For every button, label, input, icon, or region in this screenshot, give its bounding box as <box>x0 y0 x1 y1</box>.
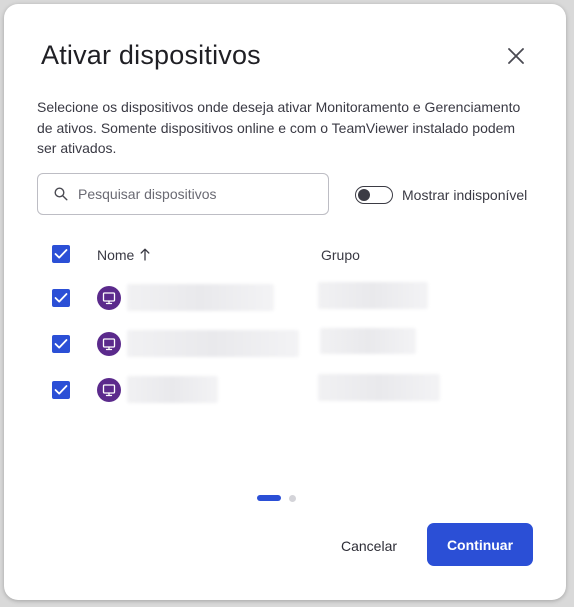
check-icon <box>54 293 68 303</box>
device-name-redacted <box>127 284 274 311</box>
step-dot-active <box>257 495 281 501</box>
row-checkbox[interactable] <box>52 335 70 353</box>
toggle-knob <box>358 188 370 201</box>
check-icon <box>54 339 68 349</box>
monitor-icon <box>97 286 121 310</box>
device-group-redacted <box>318 282 428 309</box>
sort-ascending-icon <box>140 248 150 264</box>
dialog-title: Ativar dispositivos <box>41 40 261 70</box>
search-input[interactable] <box>78 184 318 204</box>
row-checkbox[interactable] <box>52 289 70 307</box>
check-icon <box>54 249 68 259</box>
device-group-redacted <box>320 328 416 354</box>
column-header-group[interactable]: Grupo <box>321 247 360 263</box>
cancel-button[interactable]: Cancelar <box>326 534 412 558</box>
column-header-name-label: Nome <box>97 247 135 263</box>
device-group-redacted <box>318 374 440 401</box>
device-name-redacted <box>127 376 218 403</box>
column-header-name[interactable]: Nome <box>97 247 150 264</box>
show-unavailable-label: Mostrar indisponível <box>402 187 528 203</box>
step-dot <box>289 495 296 502</box>
device-name-redacted <box>127 330 299 357</box>
activate-devices-dialog: Ativar dispositivos Selecione os disposi… <box>4 4 566 600</box>
row-checkbox[interactable] <box>52 381 70 399</box>
continue-button[interactable]: Continuar <box>427 523 533 566</box>
select-all-checkbox[interactable] <box>52 245 70 263</box>
monitor-icon <box>97 332 121 356</box>
search-icon <box>54 187 68 206</box>
dialog-description: Selecione os dispositivos onde deseja at… <box>37 99 521 156</box>
check-icon <box>54 385 68 395</box>
search-box[interactable] <box>37 173 329 215</box>
close-icon[interactable] <box>504 44 528 68</box>
show-unavailable-toggle[interactable] <box>355 186 393 204</box>
monitor-icon <box>97 378 121 402</box>
